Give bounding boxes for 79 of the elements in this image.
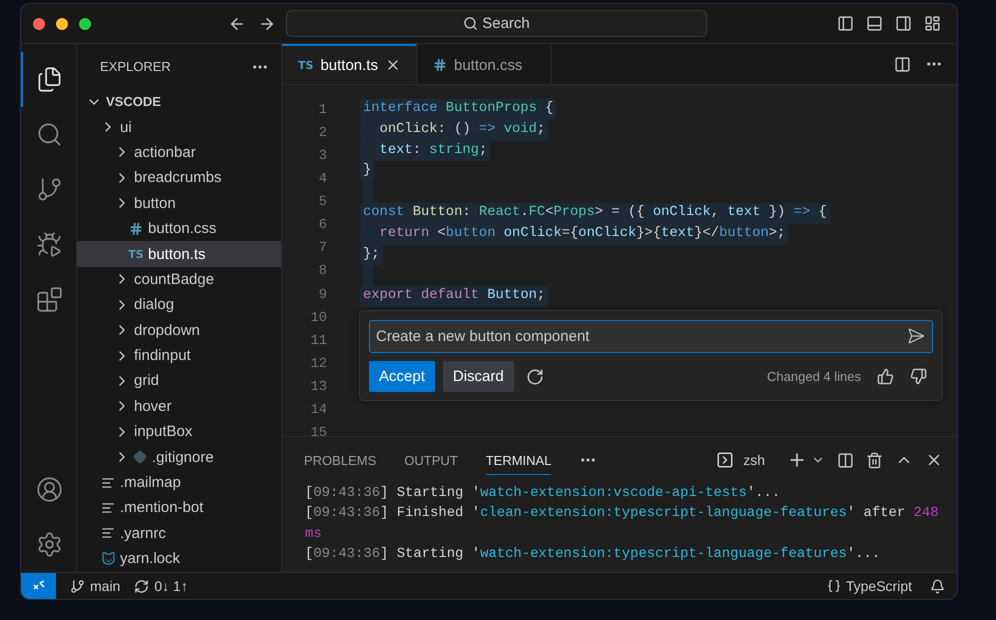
split-editor-icon[interactable] bbox=[894, 56, 911, 72]
layout-icon[interactable] bbox=[924, 15, 941, 32]
sidebar-title: EXPLORER bbox=[100, 59, 171, 74]
line-number: 1 bbox=[318, 102, 327, 120]
panel-tab[interactable]: PROBLEMS bbox=[304, 445, 376, 475]
tree-item[interactable]: yarn.lock bbox=[77, 546, 281, 572]
tree-item[interactable]: hover bbox=[77, 394, 281, 420]
tree-item[interactable]: button.css bbox=[77, 216, 281, 242]
send-icon[interactable] bbox=[907, 327, 925, 345]
tree-item[interactable]: .gitignore bbox=[77, 444, 281, 470]
tree-item[interactable]: countBadge bbox=[77, 266, 281, 292]
diamond-icon bbox=[133, 450, 147, 464]
terminal-selector[interactable]: zsh bbox=[716, 451, 775, 469]
line-number: 10 bbox=[309, 310, 327, 328]
line-number: 11 bbox=[309, 332, 327, 351]
line-number: 6 bbox=[318, 217, 327, 236]
tree-item[interactable]: ui bbox=[77, 114, 281, 140]
discard-button[interactable]: Discard bbox=[442, 361, 514, 392]
terminal-line: [09:43:36] Starting 'watch-extension:vscode-api-tests'... bbox=[304, 484, 780, 503]
thumbs-down-icon[interactable] bbox=[910, 368, 927, 385]
trash-icon[interactable] bbox=[866, 452, 883, 468]
tree-item[interactable]: grid bbox=[77, 368, 281, 394]
terminal-line: [09:43:36] Starting 'watch-extension:typescript-language-features'... bbox=[304, 545, 880, 564]
ts-file-icon: TS bbox=[128, 248, 144, 261]
panel-left-icon[interactable] bbox=[837, 15, 854, 32]
search-icon bbox=[463, 16, 478, 31]
line-number: 15 bbox=[309, 424, 327, 436]
line-number: 14 bbox=[309, 402, 327, 420]
sync-indicator[interactable]: 0↓ 1↑ bbox=[134, 578, 188, 594]
search-box[interactable]: Search bbox=[286, 10, 707, 37]
text-file-icon bbox=[101, 526, 115, 540]
line-number: 8 bbox=[318, 263, 327, 282]
tree-item[interactable]: breadcrumbs bbox=[77, 165, 281, 191]
tree-item[interactable]: button bbox=[77, 190, 281, 216]
language-indicator[interactable]: TypeScript bbox=[826, 578, 912, 594]
tree-item[interactable]: .mention-bot bbox=[77, 495, 281, 521]
line-number: 7 bbox=[318, 240, 327, 258]
hash-icon bbox=[433, 58, 447, 72]
tree-item[interactable]: TS button.ts bbox=[77, 241, 281, 267]
hash-icon bbox=[129, 222, 143, 236]
terminal-icon bbox=[716, 451, 734, 469]
thumbs-up-icon[interactable] bbox=[877, 368, 894, 385]
text-file-icon bbox=[101, 476, 115, 490]
panel-right-icon[interactable] bbox=[895, 15, 912, 32]
line-number: 5 bbox=[318, 194, 327, 212]
tree-item[interactable]: findinput bbox=[77, 342, 281, 368]
prompt-input-field[interactable]: Create a new button component bbox=[369, 320, 933, 353]
panel-tab[interactable]: OUTPUT bbox=[404, 445, 458, 475]
split-icon[interactable] bbox=[837, 452, 854, 468]
line-number: 13 bbox=[309, 378, 327, 397]
accept-button[interactable]: Accept bbox=[369, 361, 435, 392]
change-summary: Changed 4 lines bbox=[767, 369, 861, 384]
line-number: 12 bbox=[309, 356, 327, 374]
cat-icon bbox=[100, 551, 116, 566]
tree-item[interactable]: .yarnrc bbox=[77, 520, 281, 546]
regenerate-icon[interactable] bbox=[526, 368, 544, 386]
panel-tab[interactable]: TERMINAL bbox=[486, 445, 552, 475]
remote-button[interactable] bbox=[21, 573, 56, 599]
close-window-button[interactable] bbox=[33, 18, 45, 30]
bell-icon[interactable] bbox=[930, 578, 945, 594]
panel-bottom-icon[interactable] bbox=[866, 15, 883, 32]
ts-file-icon: TS bbox=[298, 58, 314, 72]
minimize-button[interactable] bbox=[56, 18, 68, 30]
tree-item[interactable]: dialog bbox=[77, 292, 281, 318]
maximize-button[interactable] bbox=[79, 18, 91, 30]
tree-item[interactable]: VSCODE bbox=[77, 89, 281, 114]
editor-tab[interactable]: TS button.ts bbox=[282, 44, 417, 84]
branch-indicator[interactable]: main bbox=[70, 578, 120, 594]
terminal-line: ms bbox=[304, 524, 322, 544]
line-number: 4 bbox=[318, 171, 327, 190]
line-number: 3 bbox=[318, 148, 327, 166]
text-file-icon bbox=[101, 500, 115, 515]
line-number: 9 bbox=[318, 286, 327, 304]
line-number: 2 bbox=[318, 125, 327, 144]
tree-item[interactable]: inputBox bbox=[77, 419, 281, 444]
tree-item[interactable]: actionbar bbox=[77, 140, 281, 166]
terminal-line: [09:43:36] Finished 'clean-extension:typescript-language-features' after 248 bbox=[304, 504, 939, 524]
tree-item[interactable]: dropdown bbox=[77, 318, 281, 343]
tree-item[interactable]: .mailmap bbox=[77, 470, 281, 496]
